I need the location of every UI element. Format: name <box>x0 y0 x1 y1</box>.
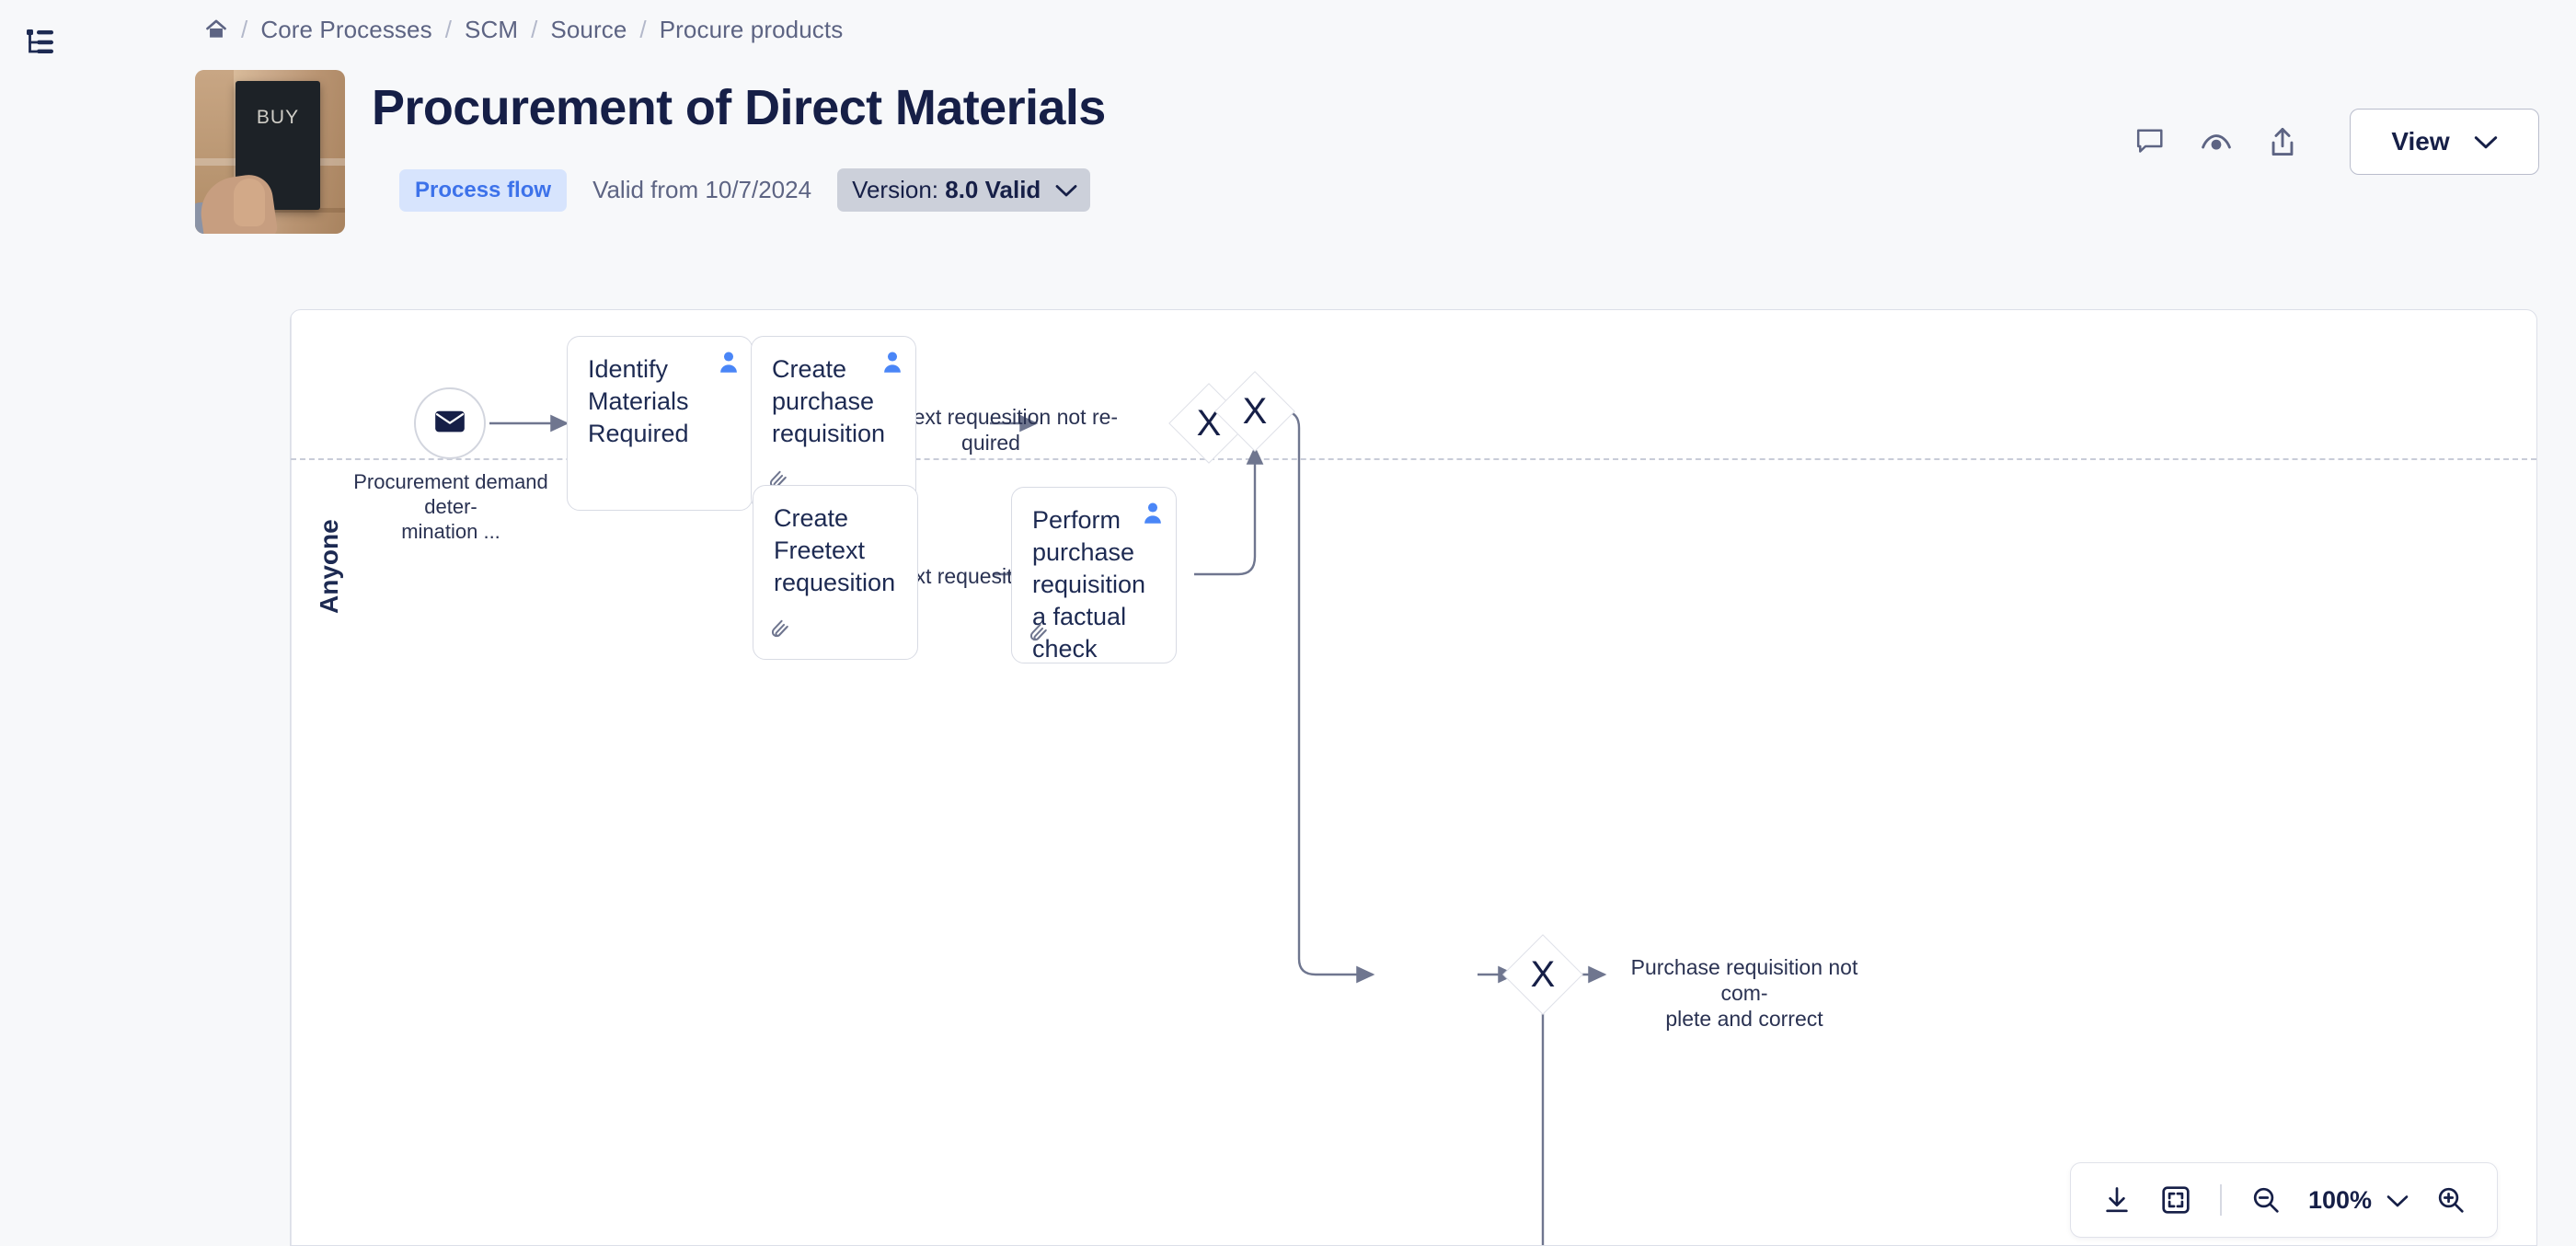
thumbnail-card-text: BUY <box>256 107 300 128</box>
task-title: Create Freetext requesition <box>774 504 896 597</box>
breadcrumb-separator: / <box>531 15 538 43</box>
task-factual-check[interactable]: Perform purchase requisition a factual c… <box>1011 487 1177 663</box>
breadcrumb-separator: / <box>639 15 647 43</box>
start-event[interactable] <box>414 387 486 459</box>
view-button[interactable]: View <box>2350 109 2539 175</box>
gateway-merge[interactable]: X <box>1214 371 1295 452</box>
task-title: Create purchase requisition <box>772 355 886 448</box>
gateway-symbol: X <box>1530 953 1556 995</box>
header-meta-row: Process flow Valid from 10/7/2024 Versio… <box>399 168 1091 212</box>
header-actions: View <box>2110 109 2539 175</box>
breadcrumb-separator: / <box>241 15 248 43</box>
home-icon[interactable] <box>204 17 228 41</box>
person-icon <box>882 352 903 378</box>
app-page: / Core Processes / SCM / Source / Procur… <box>0 0 2576 1246</box>
tree-list-icon[interactable] <box>18 20 63 64</box>
paperclip-icon <box>1028 619 1050 650</box>
task-identify-materials[interactable]: Identify Materials Required <box>567 336 753 511</box>
start-event-label-line: Procurement demand deter- mination ... <box>353 470 548 543</box>
breadcrumb-item-procure-products[interactable]: Procure products <box>658 16 845 44</box>
start-event-label: Procurement demand deter- mination ... <box>347 470 555 544</box>
task-create-freetext-requisition[interactable]: Create Freetext requesition <box>753 485 918 660</box>
view-button-label: View <box>2391 127 2450 156</box>
gateway-requisition-check[interactable]: X <box>1502 934 1583 1015</box>
breadcrumb-item-source[interactable]: Source <box>548 16 628 44</box>
zoom-level-value: 100% <box>2307 1185 2372 1214</box>
envelope-icon <box>434 410 466 438</box>
version-prefix: Version: <box>852 176 946 203</box>
valid-from-text: Valid from 10/7/2024 <box>592 176 812 203</box>
breadcrumb-separator: / <box>444 15 453 43</box>
breadcrumb-item-core-processes[interactable]: Core Processes <box>259 16 433 44</box>
version-value: 8.0 Valid <box>945 176 1041 203</box>
person-icon <box>719 352 739 378</box>
toolbar-divider <box>2220 1184 2222 1216</box>
chevron-down-icon <box>2474 127 2498 156</box>
breadcrumb-item-scm[interactable]: SCM <box>463 16 520 44</box>
chevron-down-icon <box>2386 1186 2409 1215</box>
watch-eye-icon[interactable] <box>2190 115 2243 168</box>
thumbnail-deco <box>234 179 265 226</box>
zoom-in-icon[interactable] <box>2425 1174 2477 1226</box>
edge-label-requisition-not-complete: Purchase requisition not com- plete and … <box>1630 955 1858 1032</box>
version-selector[interactable]: Version: 8.0 Valid <box>837 168 1091 212</box>
gateway-symbol: X <box>1242 390 1268 432</box>
task-title: Identify Materials Required <box>588 355 689 448</box>
person-icon <box>1143 502 1163 529</box>
zoom-level-selector[interactable]: 100% <box>2299 1186 2418 1215</box>
page-title: Procurement of Direct Materials <box>372 80 1106 135</box>
chevron-down-icon <box>1055 176 1077 204</box>
process-thumbnail[interactable]: BUY <box>195 70 345 234</box>
paperclip-icon <box>769 616 791 646</box>
comment-icon[interactable] <box>2123 115 2177 168</box>
share-icon[interactable] <box>2256 115 2309 168</box>
zoom-toolbar: 100% <box>2070 1162 2498 1238</box>
process-diagram-canvas[interactable]: Anyone Procurement demand deter- minatio… <box>290 309 2537 1246</box>
download-icon[interactable] <box>2091 1174 2143 1226</box>
process-type-badge: Process flow <box>399 168 568 212</box>
fit-to-screen-icon[interactable] <box>2150 1174 2202 1226</box>
zoom-out-icon[interactable] <box>2240 1174 2292 1226</box>
breadcrumb: / Core Processes / SCM / Source / Procur… <box>204 9 845 50</box>
